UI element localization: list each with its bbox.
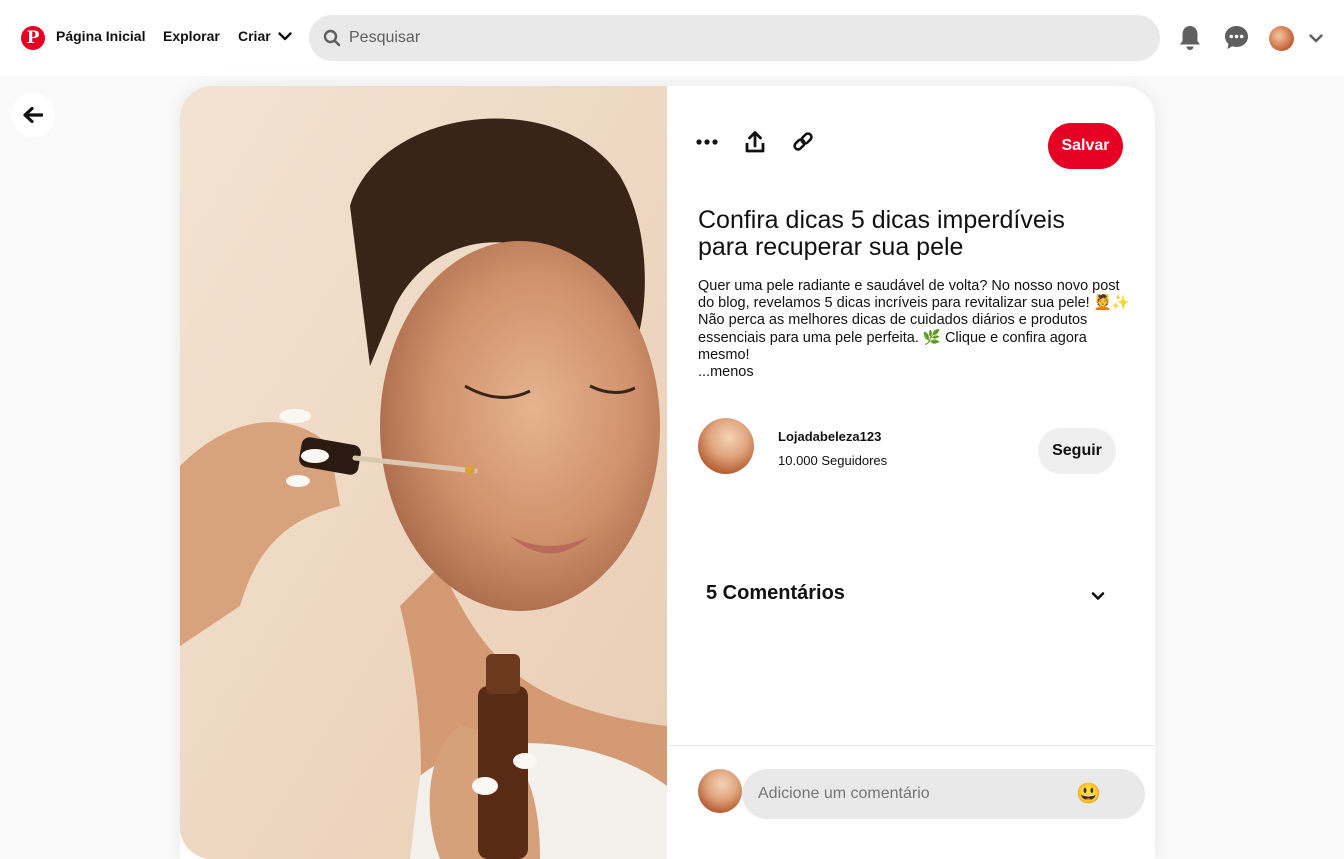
comments-toggle[interactable]: 5 Comentários [706,578,1106,608]
chevron-down-icon [277,32,292,41]
search-icon [323,29,341,47]
commenter-avatar [698,769,742,813]
link-icon[interactable] [792,131,814,153]
pin-title: Confira dicas 5 dicas imperdíveis para r… [698,206,1065,261]
nav-create-menu[interactable]: Criar [238,28,293,44]
creator-name[interactable]: Lojadabeleza123 [778,429,881,444]
chevron-down-icon [1091,592,1105,600]
show-less-link[interactable]: ...menos [698,364,1130,381]
share-icon[interactable] [744,131,766,153]
pin-description: Quer uma pele radiante e saudável de vol… [698,278,1130,381]
pin-photo [180,86,667,859]
bell-icon[interactable] [1178,25,1202,51]
chat-icon[interactable] [1224,25,1249,50]
chevron-down-icon[interactable] [1308,30,1324,46]
save-button[interactable]: Salvar [1048,123,1123,169]
top-navigation: P Página Inicial Explorar Criar [0,0,1344,76]
pinterest-logo-icon[interactable]: P [21,26,45,50]
pin-card: Salvar Confira dicas 5 dicas imperdíveis… [180,86,1155,859]
comment-input[interactable] [758,785,1068,803]
nav-create-label: Criar [238,28,271,44]
divider [667,745,1155,746]
comments-title: 5 Comentários [706,581,845,604]
creator-followers: 10.000 Seguidores [778,453,888,468]
emoji-icon[interactable]: 😃 [1076,782,1101,806]
follow-button[interactable]: Seguir [1038,428,1116,474]
user-avatar[interactable] [1269,26,1294,51]
search-input[interactable] [349,29,1129,47]
back-button[interactable] [11,93,55,137]
pin-image[interactable] [180,86,667,859]
nav-explore-link[interactable]: Explorar [163,28,220,44]
comment-box[interactable]: 😃 [742,769,1145,819]
more-icon[interactable] [696,131,718,153]
nav-home-link[interactable]: Página Inicial [56,28,145,44]
arrow-left-icon [23,107,43,123]
pin-description-text: Quer uma pele radiante e saudável de vol… [698,278,1130,363]
search-bar[interactable] [309,15,1160,61]
pin-actions [696,131,814,153]
creator-avatar[interactable] [698,418,754,474]
